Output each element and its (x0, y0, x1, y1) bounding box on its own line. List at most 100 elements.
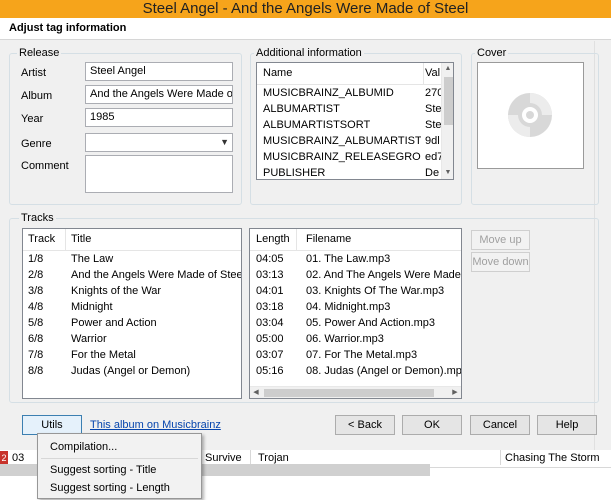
track-length: 03:07 (256, 349, 284, 361)
info-name: MUSICBRAINZ_ALBUMARTISTID (263, 135, 421, 147)
list-item[interactable]: MUSICBRAINZ_RELEASEGROUPID ed7 (257, 149, 453, 165)
track-title: For the Metal (71, 349, 136, 361)
table-row[interactable]: 5/8 Power and Action (23, 315, 241, 331)
musicbrainz-link[interactable]: This album on Musicbrainz (90, 419, 221, 431)
scroll-down-icon[interactable]: ▼ (442, 167, 453, 179)
scroll-thumb[interactable] (444, 77, 453, 125)
scroll-thumb[interactable] (264, 389, 434, 397)
release-group-label: Release (17, 47, 62, 59)
menu-item-compilation[interactable]: Compilation... (50, 441, 117, 453)
info-value: 270 (425, 87, 441, 99)
table-row[interactable]: 05:16 08. Judas (Angel or Demon).mp3 (250, 363, 461, 379)
table-row[interactable]: 8/8 Judas (Angel or Demon) (23, 363, 241, 379)
track-filename: 07. For The Metal.mp3 (306, 349, 418, 361)
additional-info-list[interactable]: Name Val MUSICBRAINZ_ALBUMID 270 ALBUMAR… (256, 62, 454, 180)
track-filename: 01. The Law.mp3 (306, 253, 391, 265)
cover-image[interactable] (477, 62, 584, 169)
window-title-bar[interactable]: Steel Angel - And the Angels Were Made o… (0, 0, 611, 18)
utils-button[interactable]: Utils (22, 415, 82, 435)
track-number: 5/8 (28, 317, 44, 329)
scroll-right-icon[interactable]: ▶ (449, 387, 461, 398)
track-number: 1/8 (28, 253, 44, 265)
background-column-divider (500, 450, 501, 465)
table-row[interactable]: 04:01 03. Knights Of The War.mp3 (250, 283, 461, 299)
track-number: 4/8 (28, 301, 44, 313)
list-item[interactable]: ALBUMARTISTSORT Ste (257, 117, 453, 133)
help-button[interactable]: Help (537, 415, 597, 435)
column-separator[interactable] (65, 229, 66, 251)
table-row[interactable]: 3/8 Knights of the War (23, 283, 241, 299)
year-input[interactable]: 1985 (85, 108, 233, 127)
track-title: Warrior (71, 333, 107, 345)
column-header-name[interactable]: Name (263, 67, 292, 79)
table-row[interactable]: 4/8 Midnight (23, 299, 241, 315)
additional-info-scrollbar[interactable]: ▲ ▼ (441, 63, 453, 179)
background-cell: Survive (205, 452, 242, 464)
list-item[interactable]: MUSICBRAINZ_ALBUMARTISTID 9dl (257, 133, 453, 149)
ok-button[interactable]: OK (402, 415, 462, 435)
column-header-value[interactable]: Val (425, 67, 440, 79)
track-filename: 06. Warrior.mp3 (306, 333, 384, 345)
track-title: The Law (71, 253, 114, 265)
track-filename: 03. Knights Of The War.mp3 (306, 285, 445, 297)
cd-icon (508, 93, 552, 137)
column-separator[interactable] (423, 63, 424, 85)
tracks-file-hscrollbar[interactable]: ◀ ▶ (250, 386, 461, 398)
column-header-track[interactable]: Track (28, 233, 55, 245)
column-header-title[interactable]: Title (71, 233, 91, 245)
column-header-filename[interactable]: Filename (306, 233, 351, 245)
info-name: ALBUMARTIST (263, 103, 340, 115)
list-item[interactable]: ALBUMARTIST Ste (257, 101, 453, 117)
table-row[interactable]: 6/8 Warrior (23, 331, 241, 347)
info-name: MUSICBRAINZ_ALBUMID (263, 87, 394, 99)
table-row[interactable]: 03:18 04. Midnight.mp3 (250, 299, 461, 315)
scroll-up-icon[interactable]: ▲ (442, 63, 453, 75)
artist-input[interactable]: Steel Angel (85, 62, 233, 81)
track-length: 03:13 (256, 269, 284, 281)
track-number: 2/8 (28, 269, 44, 281)
cover-group-label: Cover (475, 47, 509, 59)
move-down-button[interactable]: Move down (471, 252, 530, 272)
dialog-heading: Adjust tag information (9, 22, 127, 34)
menu-item-sort-length[interactable]: Suggest sorting - Length (50, 482, 170, 494)
move-up-button[interactable]: Move up (471, 230, 530, 250)
tracks-file-list[interactable]: Length Filename 04:05 01. The Law.mp3 03… (249, 228, 462, 399)
back-button[interactable]: < Back (335, 415, 395, 435)
table-row[interactable]: 2/8 And the Angels Were Made of Steel (23, 267, 241, 283)
track-length: 04:05 (256, 253, 284, 265)
tracks-title-list[interactable]: Track Title 1/8 The Law 2/8 And the Ange… (22, 228, 242, 399)
menu-item-sort-title[interactable]: Suggest sorting - Title (50, 464, 156, 476)
scroll-left-icon[interactable]: ◀ (250, 387, 262, 398)
table-row[interactable]: 03:07 07. For The Metal.mp3 (250, 347, 461, 363)
table-row[interactable]: 04:05 01. The Law.mp3 (250, 251, 461, 267)
track-title: Judas (Angel or Demon) (71, 365, 191, 377)
table-row[interactable]: 03:04 05. Power And Action.mp3 (250, 315, 461, 331)
table-row[interactable]: 03:13 02. And The Angels Were Made Of S (250, 267, 461, 283)
column-header-length[interactable]: Length (256, 233, 290, 245)
list-item[interactable]: MUSICBRAINZ_ALBUMID 270 (257, 85, 453, 101)
chevron-down-icon: ▼ (220, 137, 229, 147)
track-length: 05:16 (256, 365, 284, 377)
track-title: Power and Action (71, 317, 157, 329)
additional-info-group-label: Additional information (254, 47, 364, 59)
menu-divider (41, 458, 198, 459)
cancel-button[interactable]: Cancel (470, 415, 530, 435)
album-label: Album (21, 90, 53, 102)
table-row[interactable]: 7/8 For the Metal (23, 347, 241, 363)
list-item[interactable]: PUBLISHER De (257, 165, 453, 179)
info-name: MUSICBRAINZ_RELEASEGROUPID (263, 151, 421, 163)
track-title: And the Angels Were Made of Steel (71, 269, 241, 281)
track-filename: 04. Midnight.mp3 (306, 301, 391, 313)
background-cell: Chasing The Storm (505, 452, 600, 464)
table-row[interactable]: 1/8 The Law (23, 251, 241, 267)
column-separator[interactable] (296, 229, 297, 251)
album-input[interactable]: And the Angels Were Made of Steel (85, 85, 233, 104)
table-row[interactable]: 05:00 06. Warrior.mp3 (250, 331, 461, 347)
comment-textarea[interactable] (85, 155, 233, 193)
tracks-group-label: Tracks (19, 212, 56, 224)
genre-select[interactable]: ▼ (85, 133, 233, 152)
background-cell: Trojan (258, 452, 289, 464)
background-app-icon: 2 (0, 451, 8, 465)
background-column-divider (250, 450, 251, 465)
track-title: Knights of the War (71, 285, 162, 297)
